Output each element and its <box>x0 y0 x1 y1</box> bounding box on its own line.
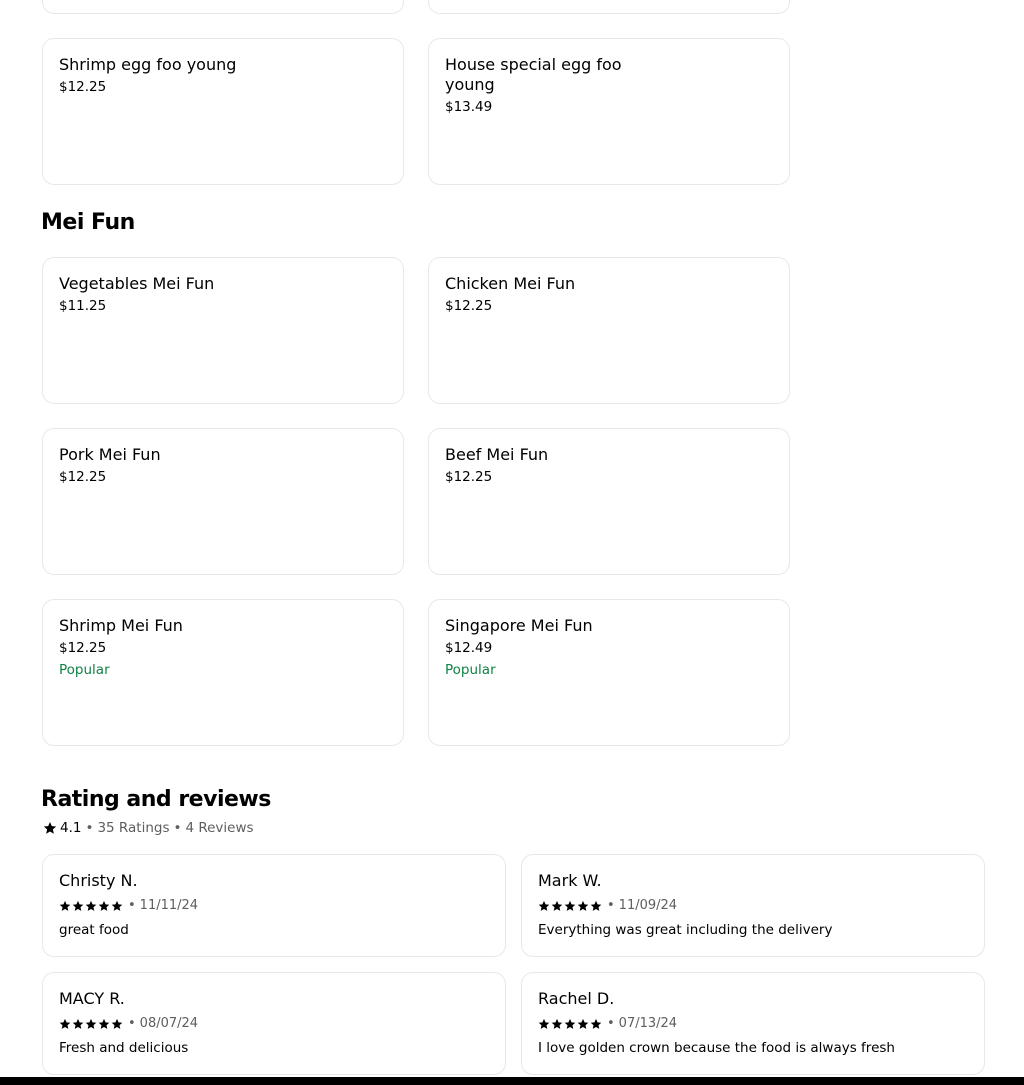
review-stars <box>538 1018 603 1030</box>
reviewer-name: Rachel D. <box>538 989 615 1008</box>
separator: • <box>128 1016 136 1031</box>
item-price: $12.25 <box>445 469 493 485</box>
review-meta: • 08/07/24 <box>59 1014 489 1034</box>
item-price: $12.25 <box>59 79 107 95</box>
menu-item-beef-mei-fun[interactable]: Beef Mei Fun $12.25 <box>428 428 790 575</box>
item-name: Shrimp egg foo young <box>59 55 237 74</box>
review-meta: • 11/11/24 <box>59 896 489 916</box>
separator: • <box>607 898 615 913</box>
star-icon <box>577 1018 589 1029</box>
star-icon <box>85 900 97 911</box>
menu-item-house-special-egg-foo-young[interactable]: House special egg foo young $13.49 <box>428 38 790 185</box>
review-text: I love golden crown because the food is … <box>538 1040 895 1056</box>
reviewer-name: Christy N. <box>59 871 138 890</box>
star-icon <box>59 1018 71 1029</box>
star-icon <box>98 1018 110 1029</box>
review-text: great food <box>59 922 129 938</box>
item-name: House special egg foo young <box>445 55 622 94</box>
star-icon <box>85 1018 97 1029</box>
star-icon <box>538 1018 550 1029</box>
review-stars <box>538 900 603 912</box>
review-date: 11/09/24 <box>618 898 678 913</box>
item-price: $13.49 <box>445 99 493 115</box>
item-name: Beef Mei Fun <box>445 445 549 464</box>
separator: • <box>85 820 94 836</box>
item-price: $12.25 <box>59 640 107 656</box>
menu-item-vegetables-mei-fun[interactable]: Vegetables Mei Fun $11.25 <box>42 257 404 404</box>
section-title-reviews: Rating and reviews <box>41 787 271 812</box>
star-icon <box>98 900 110 911</box>
popular-badge: Popular <box>445 662 496 678</box>
rating-score: 4.1 <box>60 820 82 836</box>
reviews-count: 4 Reviews <box>185 820 254 836</box>
star-icon <box>43 822 57 834</box>
menu-item-shrimp-mei-fun[interactable]: Shrimp Mei Fun $12.25 Popular <box>42 599 404 746</box>
star-icon <box>111 900 123 911</box>
star-icon <box>590 900 602 911</box>
star-icon <box>72 1018 84 1029</box>
review-text: Everything was great including the deliv… <box>538 922 833 938</box>
item-price: $12.49 <box>445 640 493 656</box>
section-title-mei-fun: Mei Fun <box>41 210 135 235</box>
review-card: MACY R. • 08/07/24 Fresh and delicious <box>42 972 506 1075</box>
menu-item-pork-mei-fun[interactable]: Pork Mei Fun $12.25 <box>42 428 404 575</box>
star-icon <box>111 1018 123 1029</box>
star-icon <box>551 1018 563 1029</box>
star-icon <box>577 900 589 911</box>
item-name: Pork Mei Fun <box>59 445 161 464</box>
review-meta: • 11/09/24 <box>538 896 968 916</box>
review-card: Christy N. • 11/11/24 great food <box>42 854 506 957</box>
star-icon <box>59 900 71 911</box>
review-stars <box>59 900 124 912</box>
popular-badge: Popular <box>59 662 110 678</box>
item-name: Singapore Mei Fun <box>445 616 593 635</box>
ratings-count: 35 Ratings <box>97 820 170 836</box>
separator: • <box>173 820 182 836</box>
review-stars <box>59 1018 124 1030</box>
review-date: 07/13/24 <box>618 1016 678 1031</box>
star-icon <box>564 1018 576 1029</box>
review-card: Mark W. • 11/09/24 Everything was great … <box>521 854 985 957</box>
item-price: $12.25 <box>445 298 493 314</box>
bottom-bar <box>0 1077 1024 1085</box>
separator: • <box>607 1016 615 1031</box>
item-price: $12.25 <box>59 469 107 485</box>
menu-item-card[interactable] <box>42 0 404 14</box>
review-card: Rachel D. • 07/13/24 I love golden crown… <box>521 972 985 1075</box>
menu-item-singapore-mei-fun[interactable]: Singapore Mei Fun $12.49 Popular <box>428 599 790 746</box>
review-date: 08/07/24 <box>139 1016 199 1031</box>
item-name: Shrimp Mei Fun <box>59 616 183 635</box>
review-meta: • 07/13/24 <box>538 1014 968 1034</box>
star-icon <box>590 1018 602 1029</box>
menu-item-shrimp-egg-foo-young[interactable]: Shrimp egg foo young $12.25 <box>42 38 404 185</box>
reviewer-name: MACY R. <box>59 989 125 1008</box>
item-name: Chicken Mei Fun <box>445 274 576 293</box>
menu-item-card[interactable] <box>428 0 790 14</box>
star-icon <box>551 900 563 911</box>
star-icon <box>538 900 550 911</box>
review-date: 11/11/24 <box>139 898 199 913</box>
reviewer-name: Mark W. <box>538 871 602 890</box>
review-text: Fresh and delicious <box>59 1040 189 1056</box>
star-icon <box>72 900 84 911</box>
star-icon <box>564 900 576 911</box>
item-price: $11.25 <box>59 298 107 314</box>
rating-summary: 4.1 • 35 Ratings • 4 Reviews <box>43 818 254 838</box>
item-name: Vegetables Mei Fun <box>59 274 215 293</box>
menu-item-chicken-mei-fun[interactable]: Chicken Mei Fun $12.25 <box>428 257 790 404</box>
separator: • <box>128 898 136 913</box>
